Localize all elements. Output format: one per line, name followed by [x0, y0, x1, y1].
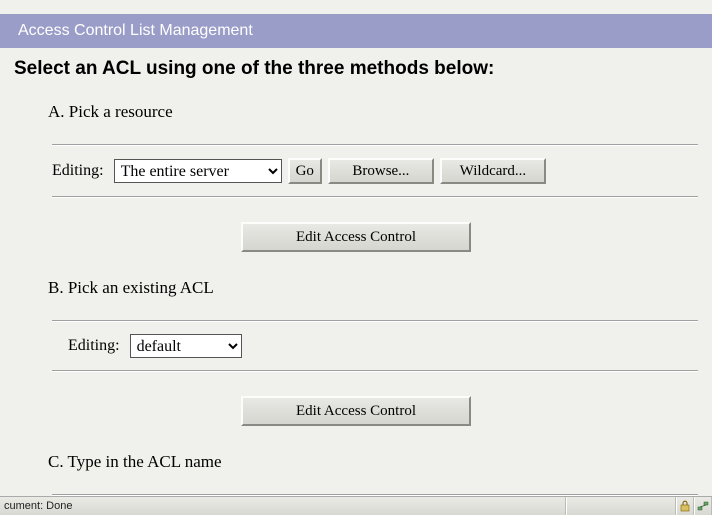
editing-label-a: Editing:	[52, 162, 104, 180]
status-cell	[566, 497, 676, 515]
status-bar: cument: Done	[0, 496, 712, 515]
status-cell	[676, 497, 694, 515]
divider	[52, 370, 698, 372]
section-a-center: Edit Access Control	[14, 222, 698, 252]
content-area: Select an ACL using one of the three met…	[0, 58, 712, 496]
section-b-row: Editing: default	[68, 334, 698, 358]
banner-title: Access Control List Management	[18, 22, 253, 39]
section-c-label: C. Type in the ACL name	[48, 452, 698, 472]
divider	[52, 144, 698, 146]
go-button[interactable]: Go	[288, 158, 322, 184]
divider	[52, 196, 698, 198]
divider	[52, 320, 698, 322]
security-icon	[679, 500, 691, 512]
status-text: cument: Done	[0, 497, 566, 515]
section-b-label: B. Pick an existing ACL	[48, 278, 698, 298]
acl-select[interactable]: default	[130, 334, 242, 358]
section-a-label: A. Pick a resource	[48, 102, 698, 122]
wildcard-button[interactable]: Wildcard...	[440, 158, 546, 184]
main-heading: Select an ACL using one of the three met…	[14, 58, 698, 80]
browse-button[interactable]: Browse...	[328, 158, 434, 184]
edit-access-control-b-button[interactable]: Edit Access Control	[241, 396, 471, 426]
page-banner: Access Control List Management	[0, 14, 712, 48]
editing-label-b: Editing:	[68, 337, 120, 355]
section-b-center: Edit Access Control	[14, 396, 698, 426]
edit-access-control-a-button[interactable]: Edit Access Control	[241, 222, 471, 252]
status-cell	[694, 497, 712, 515]
network-icon	[697, 500, 709, 512]
section-a-row: Editing: The entire server Go Browse... …	[52, 158, 698, 184]
resource-select[interactable]: The entire server	[114, 159, 282, 183]
